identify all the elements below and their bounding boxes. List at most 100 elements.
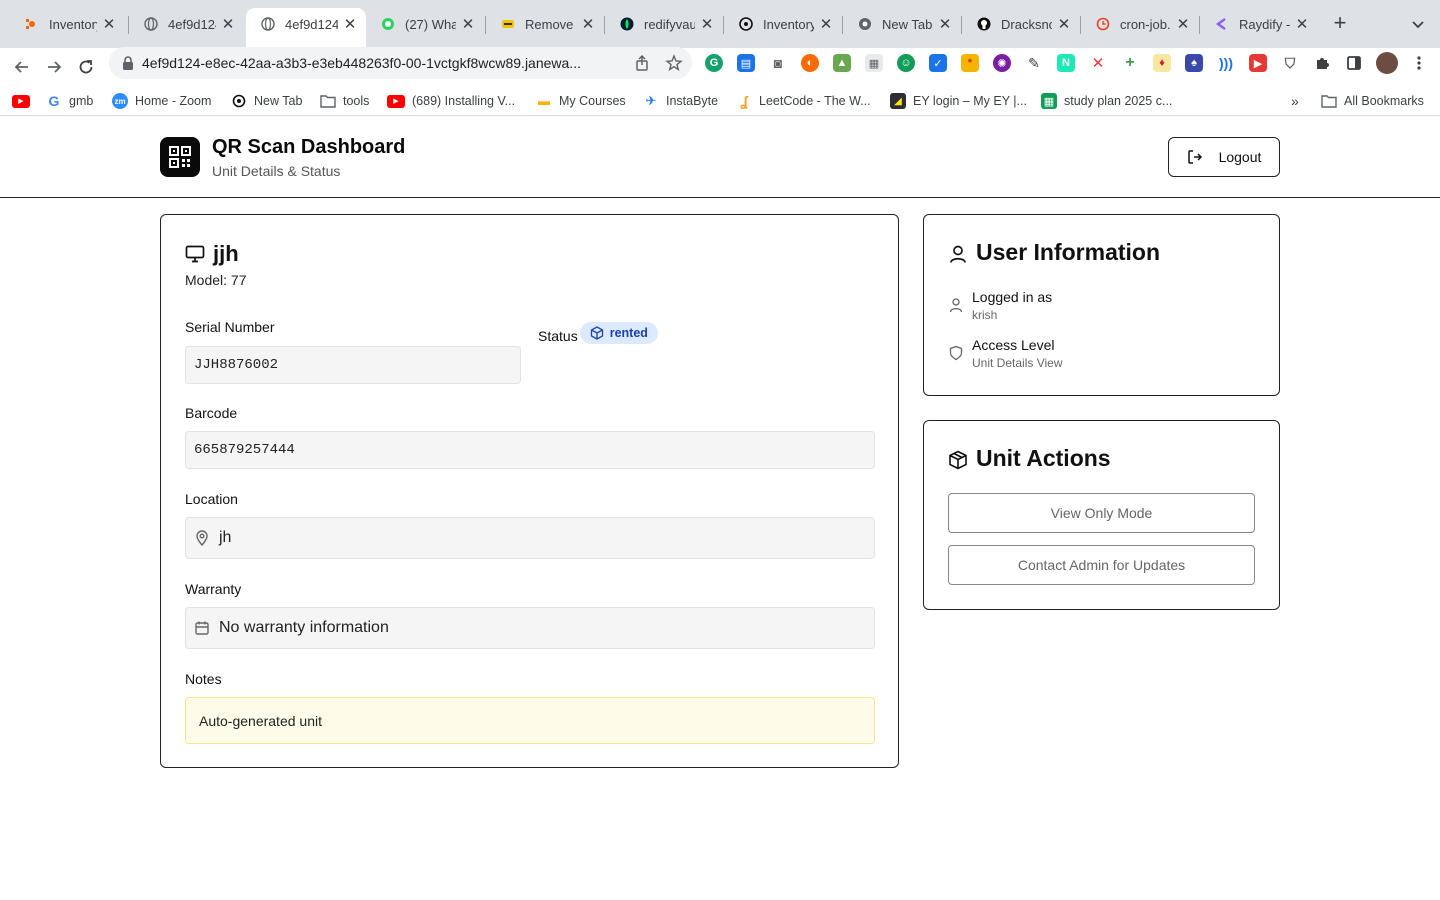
tab-title: Dracksno: [1001, 16, 1052, 32]
tab-title: New Tab: [882, 16, 933, 32]
chrome-icon: [857, 16, 873, 32]
close-tab-icon[interactable]: ✕: [1175, 16, 1191, 33]
close-tab-icon[interactable]: ✕: [580, 16, 596, 33]
reload-icon[interactable]: [73, 54, 99, 80]
shield-extension-icon[interactable]: ⛉: [1281, 54, 1299, 72]
close-tab-icon[interactable]: ✕: [342, 16, 358, 33]
barcode-value: 665879257444: [194, 442, 295, 458]
close-tab-icon[interactable]: ✕: [1056, 16, 1072, 33]
logout-label: Logout: [1218, 149, 1262, 165]
reader-extension-icon[interactable]: ▤: [737, 54, 755, 72]
bookmark-study-plan[interactable]: ▦ study plan 2025 c...: [1041, 91, 1172, 111]
plant-extension-icon[interactable]: ▲: [833, 54, 851, 72]
tab-4ef9d124-active[interactable]: 4ef9d124 ✕: [246, 8, 366, 48]
whatsapp-icon: [380, 16, 396, 32]
contact-admin-button[interactable]: Contact Admin for Updates: [948, 545, 1255, 585]
seo-extension-icon[interactable]: *: [961, 54, 979, 72]
serial-number-label: Serial Number: [185, 319, 275, 335]
bookmark-my-courses[interactable]: ▬ My Courses: [536, 91, 626, 111]
address-bar[interactable]: 4ef9d124-e8ec-42aa-a3b3-e3eb448263f0-00-…: [109, 47, 692, 79]
camera-extension-icon[interactable]: ◙: [769, 54, 787, 72]
video-extension-icon[interactable]: ▶: [1249, 54, 1267, 72]
profile-avatar-icon[interactable]: [1376, 52, 1398, 74]
tab-new-tab[interactable]: New Tab ✕: [843, 8, 961, 40]
close-tab-icon[interactable]: ✕: [460, 16, 476, 33]
tab-raydify[interactable]: Raydify - ✕: [1200, 8, 1318, 40]
audio-extension-icon[interactable]: ))): [1217, 54, 1235, 72]
notion-extension-icon[interactable]: N: [1057, 54, 1075, 72]
grafana-icon: [24, 16, 40, 32]
all-bookmarks-folder[interactable]: All Bookmarks: [1321, 91, 1424, 111]
calendar-icon: [194, 620, 210, 636]
bookmark-new-tab[interactable]: New Tab: [231, 91, 302, 111]
warranty-value: No warranty information: [219, 619, 389, 636]
share-icon[interactable]: [633, 54, 651, 72]
tab-title: Remove E: [525, 16, 576, 32]
user-information-title: User Information: [976, 239, 1161, 265]
tab-search-chevron-icon[interactable]: [1408, 14, 1428, 34]
close-tab-icon[interactable]: ✕: [699, 16, 715, 33]
cron-icon: [1095, 16, 1111, 32]
view-only-mode-button[interactable]: View Only Mode: [948, 493, 1255, 533]
tab-github[interactable]: Dracksno ✕: [962, 8, 1080, 40]
bookmark-gmb[interactable]: G gmb: [46, 91, 93, 111]
bookmark-instabyte[interactable]: ✈ InstaByte: [643, 91, 718, 111]
tab-title: (27) What: [405, 16, 456, 32]
bot-extension-icon[interactable]: ☺: [897, 54, 915, 72]
bookmark-zoom[interactable]: zm Home - Zoom: [112, 91, 211, 111]
shield-icon: [948, 345, 964, 361]
zoom-icon: zm: [112, 93, 128, 109]
tab-inventory-1[interactable]: Inventory ✕: [10, 8, 125, 40]
location-label: Location: [185, 491, 238, 507]
color-extension-icon[interactable]: ✺: [993, 54, 1011, 72]
art-extension-icon[interactable]: ♠: [1185, 54, 1203, 72]
bookmarks-bar: ▶ G gmb zm Home - Zoom New Tab tools ▶ (…: [0, 86, 1440, 116]
close-tab-icon[interactable]: ✕: [101, 16, 117, 33]
check-extension-icon[interactable]: ✓: [929, 54, 947, 72]
bookmark-ey-login[interactable]: ◢ EY login – My EY |...: [890, 91, 1027, 111]
close-tab-icon[interactable]: ✕: [818, 16, 834, 33]
access-level-value: Unit Details View: [972, 356, 1063, 370]
plus-extension-icon[interactable]: +: [1121, 54, 1139, 72]
close-x-extension-icon[interactable]: ✕: [1089, 54, 1107, 72]
globe-icon: [143, 16, 159, 32]
bookmark-youtube[interactable]: ▶: [12, 91, 37, 111]
tab-whatsapp[interactable]: (27) What ✕: [366, 8, 484, 40]
close-tab-icon[interactable]: ✕: [220, 16, 236, 33]
qr-code-icon: [160, 137, 200, 177]
barcode-field[interactable]: 665879257444: [185, 431, 875, 469]
bookmark-star-icon[interactable]: [665, 54, 683, 72]
bookmark-leetcode[interactable]: ʆ LeetCode - The W...: [736, 91, 871, 111]
tab-cron-job[interactable]: cron-job.o ✕: [1081, 8, 1199, 40]
ai-extension-icon[interactable]: ◐: [801, 54, 819, 72]
forward-arrow-icon[interactable]: [41, 54, 67, 80]
tab-redifyvault[interactable]: redifyvaul ✕: [605, 8, 723, 40]
tab-4ef9d124-1[interactable]: 4ef9d124 ✕: [129, 8, 244, 40]
package-icon: [590, 326, 604, 340]
pen-extension-icon[interactable]: ✎: [1025, 54, 1043, 72]
bookmark-tools-folder[interactable]: tools: [320, 91, 369, 111]
back-arrow-icon[interactable]: [9, 54, 35, 80]
tab-inventory-2[interactable]: Inventory ✕: [724, 8, 842, 40]
access-level-row: Access Level Unit Details View: [948, 337, 1062, 370]
warranty-field[interactable]: No warranty information: [185, 607, 875, 649]
chrome-menu-icon[interactable]: [1410, 54, 1428, 72]
bookmark-label: All Bookmarks: [1344, 94, 1424, 108]
close-tab-icon[interactable]: ✕: [937, 16, 953, 33]
browser-tab-strip: Inventory ✕ 4ef9d124 ✕ 4ef9d124 ✕ (27) W…: [0, 0, 1440, 48]
lab-extension-icon[interactable]: ♦: [1153, 54, 1171, 72]
grammarly-extension-icon[interactable]: G: [705, 54, 723, 72]
openai-icon: [231, 93, 247, 109]
puzzle-extensions-icon[interactable]: [1313, 54, 1331, 72]
new-tab-button[interactable]: +: [1328, 12, 1352, 36]
sidepanel-icon[interactable]: [1345, 54, 1363, 72]
close-tab-icon[interactable]: ✕: [1294, 16, 1310, 33]
logout-button[interactable]: Logout: [1168, 137, 1280, 177]
bookmarks-overflow-chevron-icon[interactable]: »: [1291, 91, 1299, 111]
bookmark-youtube-installing[interactable]: ▶ (689) Installing V...: [387, 91, 515, 111]
location-field[interactable]: jh: [185, 517, 875, 559]
mongodb-icon: [619, 16, 635, 32]
grid-extension-icon[interactable]: ▦: [865, 54, 883, 72]
tab-remove-bg[interactable]: Remove E ✕: [486, 8, 604, 40]
serial-number-field[interactable]: JJH8876002: [185, 346, 521, 384]
